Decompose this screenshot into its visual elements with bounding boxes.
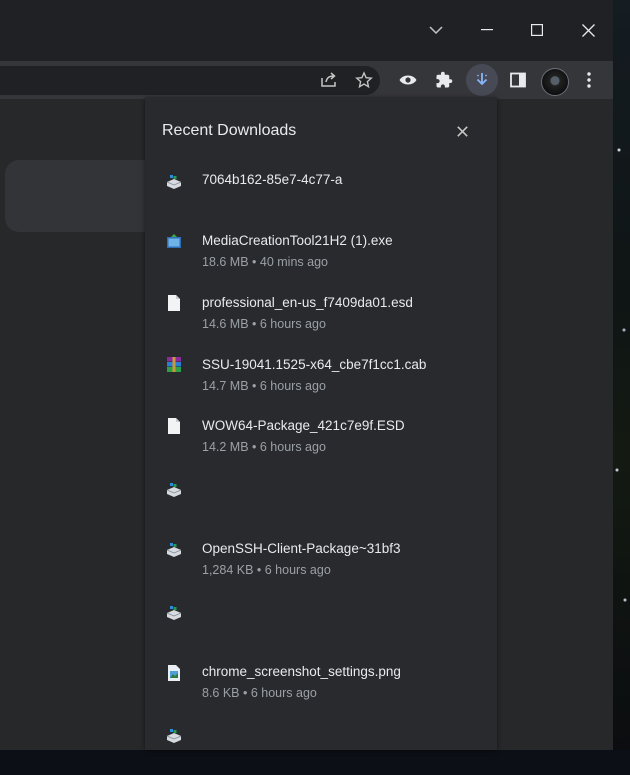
close-icon (456, 125, 468, 137)
installer-icon (166, 175, 182, 189)
download-filename: SSU-19041.1525-x64_cbe7f1cc1.cab (202, 357, 427, 372)
share-button[interactable] (313, 64, 345, 96)
download-item[interactable]: OpenSSH-Client-Package~31bf3 1,284 KB • … (145, 536, 497, 590)
title-bar (0, 0, 613, 61)
puzzle-icon (436, 71, 453, 88)
download-filename: WOW64-Package_421c7e9f.ESD (202, 418, 405, 433)
minimize-icon (481, 29, 493, 31)
installer-icon (166, 729, 182, 743)
close-icon (581, 23, 595, 37)
download-meta: 1,284 KB • 6 hours ago (202, 563, 331, 577)
menu-button[interactable] (573, 64, 605, 96)
kebab-icon (587, 72, 591, 88)
download-item[interactable]: 7064b162-85e7-4c77-a (145, 165, 497, 219)
download-meta: 14.7 MB • 6 hours ago (202, 379, 326, 393)
file-icon (168, 295, 180, 311)
download-item[interactable]: MediaCreationTool21H2 (1).exe 18.6 MB • … (145, 227, 497, 281)
side-panel-button[interactable] (502, 64, 534, 96)
downloads-button[interactable] (466, 64, 498, 96)
downloads-close-button[interactable] (450, 119, 474, 143)
download-item[interactable]: SSU-19041.1525-x64_cbe7f1cc1.cab 14.7 MB… (145, 351, 497, 405)
installer-icon (166, 483, 182, 497)
avatar[interactable] (541, 68, 569, 96)
content-card (5, 160, 165, 232)
bookmark-star-button[interactable] (348, 64, 380, 96)
maximize-icon (531, 24, 543, 36)
minimize-button[interactable] (467, 10, 507, 50)
download-item[interactable]: chrome_screenshot_settings.png 8.6 KB • … (145, 659, 497, 713)
image-file-icon (168, 665, 180, 681)
installer-icon (166, 606, 182, 620)
download-item[interactable]: WOW64-Package_421c7e9f.ESD 14.2 MB • 6 h… (145, 412, 497, 466)
tab-search-button[interactable] (416, 10, 456, 50)
eye-icon (399, 75, 417, 85)
download-icon (476, 73, 488, 86)
download-meta: 14.2 MB • 6 hours ago (202, 440, 326, 454)
download-item[interactable] (145, 475, 497, 529)
download-meta: 8.6 KB • 6 hours ago (202, 686, 317, 700)
downloads-title: Recent Downloads (162, 122, 297, 139)
download-meta: 18.6 MB • 40 mins ago (202, 255, 328, 269)
extension-eye-button[interactable] (392, 64, 424, 96)
download-filename: chrome_screenshot_settings.png (202, 664, 401, 679)
sidepanel-icon (510, 72, 526, 88)
download-filename: professional_en-us_f7409da01.esd (202, 295, 413, 310)
share-icon (321, 72, 336, 87)
download-item[interactable]: professional_en-us_f7409da01.esd 14.6 MB… (145, 289, 497, 343)
desktop-background (613, 0, 630, 750)
archive-icon (167, 357, 181, 372)
download-item[interactable] (145, 598, 497, 652)
star-icon (355, 71, 373, 89)
app-icon (167, 234, 181, 248)
extensions-button[interactable] (428, 64, 460, 96)
file-icon (168, 418, 180, 434)
installer-icon (166, 543, 182, 557)
download-filename: OpenSSH-Client-Package~31bf3 (202, 541, 401, 556)
download-filename: MediaCreationTool21H2 (1).exe (202, 233, 393, 248)
chevron-down-icon (429, 25, 443, 34)
maximize-button[interactable] (517, 10, 557, 50)
download-item[interactable] (145, 721, 497, 775)
download-filename: 7064b162-85e7-4c77-a (202, 172, 343, 187)
download-meta: 14.6 MB • 6 hours ago (202, 317, 326, 331)
close-window-button[interactable] (568, 10, 608, 50)
